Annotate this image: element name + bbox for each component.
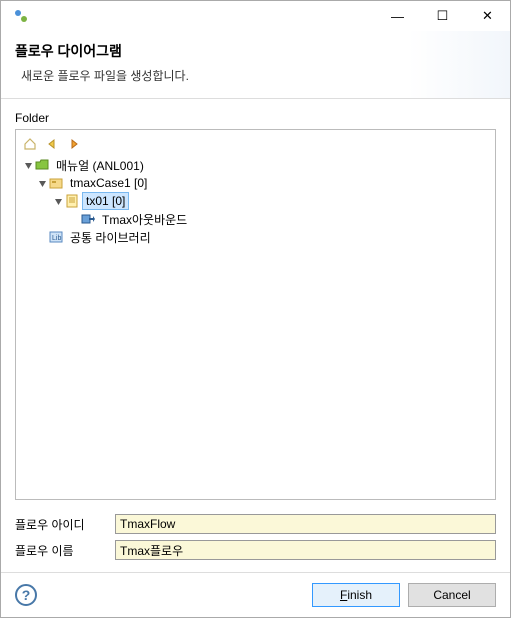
folder-tree[interactable]: 매뉴얼 (ANL001) — [16, 156, 495, 246]
flow-name-input[interactable] — [115, 540, 496, 560]
back-icon[interactable] — [44, 136, 60, 152]
tree-node-label: 매뉴얼 (ANL001) — [53, 156, 147, 175]
titlebar: — ☐ ✕ — [1, 1, 510, 31]
folder-label: Folder — [15, 111, 496, 125]
tree-node-label: 공통 라이브러리 — [67, 228, 154, 247]
tree-node-outbound[interactable]: Tmax아웃바운드 — [16, 210, 495, 228]
flow-id-input[interactable] — [115, 514, 496, 534]
dialog-window: — ☐ ✕ 플로우 다이어그램 새로운 플로우 파일을 생성합니다. Folde… — [0, 0, 511, 618]
flow-id-label: 플로우 아이디 — [15, 516, 115, 533]
dialog-description: 새로운 플로우 파일을 생성합니다. — [15, 67, 496, 84]
flow-id-row: 플로우 아이디 — [15, 514, 496, 534]
expand-icon[interactable] — [22, 161, 34, 170]
folder-tree-container: 매뉴얼 (ANL001) — [15, 129, 496, 500]
tree-node-label: Tmax아웃바운드 — [99, 210, 190, 229]
dialog-body: Folder — [1, 99, 510, 572]
cancel-button[interactable]: Cancel — [408, 583, 496, 607]
tree-node-case[interactable]: tmaxCase1 [0] — [16, 174, 495, 192]
case-icon — [48, 175, 64, 191]
dialog-title: 플로우 다이어그램 — [15, 41, 496, 61]
expand-icon[interactable] — [36, 179, 48, 188]
document-icon — [64, 193, 80, 209]
dialog-header: 플로우 다이어그램 새로운 플로우 파일을 생성합니다. — [1, 31, 510, 99]
footer-buttons: Finish Cancel — [312, 583, 496, 607]
minimize-button[interactable]: — — [375, 1, 420, 31]
app-icon — [13, 8, 29, 24]
library-icon: Lib — [48, 229, 64, 245]
svg-text:Lib: Lib — [52, 235, 61, 242]
help-icon[interactable]: ? — [15, 584, 37, 606]
finish-rest: inish — [347, 588, 372, 602]
tree-node-tx[interactable]: tx01 [0] — [16, 192, 495, 210]
expand-icon[interactable] — [52, 197, 64, 206]
folder-open-icon — [34, 157, 50, 173]
finish-button[interactable]: Finish — [312, 583, 400, 607]
maximize-button[interactable]: ☐ — [420, 1, 465, 31]
tree-node-label: tmaxCase1 [0] — [67, 175, 150, 191]
tree-node-lib[interactable]: Lib 공통 라이브러리 — [16, 228, 495, 246]
flow-name-label: 플로우 이름 — [15, 542, 115, 559]
input-fields: 플로우 아이디 플로우 이름 — [15, 514, 496, 566]
tree-toolbar — [16, 134, 495, 156]
forward-icon[interactable] — [66, 136, 82, 152]
tree-node-label: tx01 [0] — [83, 193, 128, 209]
home-icon[interactable] — [22, 136, 38, 152]
dialog-footer: ? Finish Cancel — [1, 572, 510, 617]
outbound-icon — [80, 211, 96, 227]
flow-name-row: 플로우 이름 — [15, 540, 496, 560]
close-button[interactable]: ✕ — [465, 1, 510, 31]
tree-node-root[interactable]: 매뉴얼 (ANL001) — [16, 156, 495, 174]
